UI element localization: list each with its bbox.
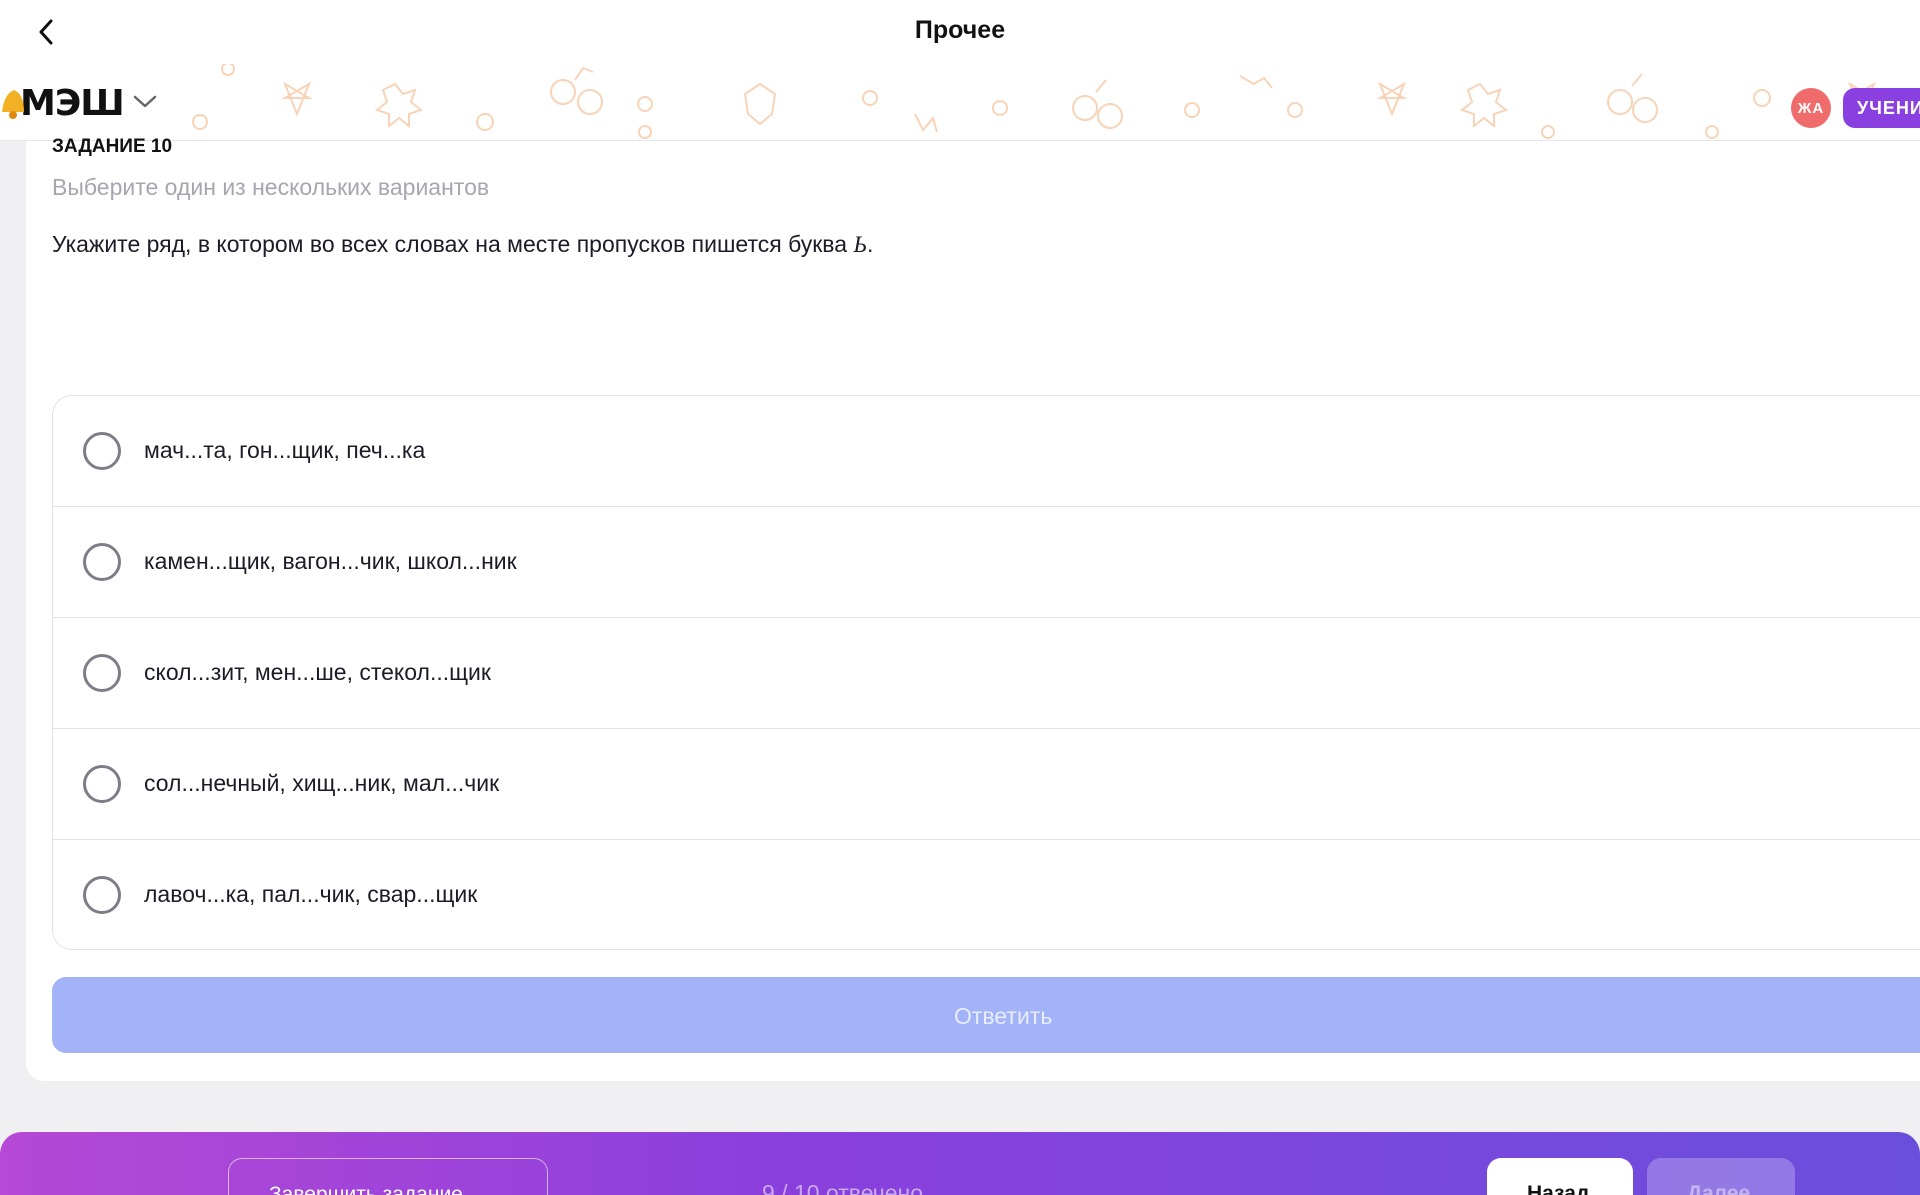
radio-button[interactable] [83,543,121,581]
app-header: МЭШ [0,64,1920,141]
submit-button[interactable]: Ответить [52,977,1920,1053]
answer-option-2[interactable]: камен...щик, вагон...чик, школ...ник [53,507,1920,618]
question-text: Укажите ряд, в котором во всех словах на… [52,231,854,257]
task-hint: Выберите один из нескольких вариантов [52,174,490,200]
avatar[interactable]: ЖА [1791,88,1831,128]
radio-button[interactable] [83,654,121,692]
answer-options: мач...та, гон...щик, печ...ка камен...щи… [52,395,1920,950]
finish-task-button[interactable]: Завершить задание [228,1158,548,1195]
chevron-down-icon[interactable] [132,94,158,110]
answer-option-1[interactable]: мач...та, гон...щик, печ...ка [53,396,1920,507]
radio-button[interactable] [83,765,121,803]
option-label: лавоч...ка, пал...чик, свар...щик [144,881,478,907]
bell-icon [2,90,24,119]
option-label: сол...нечный, хищ...ник, мал...чик [144,770,500,796]
role-badge[interactable]: УЧЕНИК [1843,88,1920,128]
finish-label: Завершить задание [269,1183,463,1195]
radio-button[interactable] [83,432,121,470]
task-question: Укажите ряд, в котором во всех словах на… [52,231,873,258]
option-label: мач...та, гон...щик, печ...ка [144,437,426,463]
answer-option-4[interactable]: сол...нечный, хищ...ник, мал...чик [53,729,1920,840]
task-number: ЗАДАНИЕ 10 [52,136,173,157]
answer-option-3[interactable]: скол...зит, мен...ше, стекол...щик [53,618,1920,729]
prev-label: Назад [1527,1182,1590,1195]
question-end: . [867,231,874,257]
answer-option-5[interactable]: лавоч...ка, пал...чик, свар...щик [53,840,1920,949]
autumn-pattern [192,64,1878,139]
radio-button[interactable] [83,876,121,914]
logo-text: МЭШ [20,82,125,124]
footer-bar: Завершить задание 9 / 10 отвечено Назад … [0,1132,1920,1195]
logo[interactable]: МЭШ [0,82,125,124]
prev-button[interactable]: Назад [1487,1158,1633,1195]
option-label: камен...щик, вагон...чик, школ...ник [144,548,517,574]
next-button[interactable]: Далее [1647,1158,1795,1195]
option-label: скол...зит, мен...ше, стекол...щик [144,659,491,685]
next-label: Далее [1687,1182,1751,1195]
page-title: Прочее [914,16,1006,44]
top-bar: Прочее [0,0,1920,64]
question-letter: Ь [853,232,868,257]
progress-text: 9 / 10 отвечено [762,1180,924,1195]
submit-label: Ответить [954,1003,1053,1029]
